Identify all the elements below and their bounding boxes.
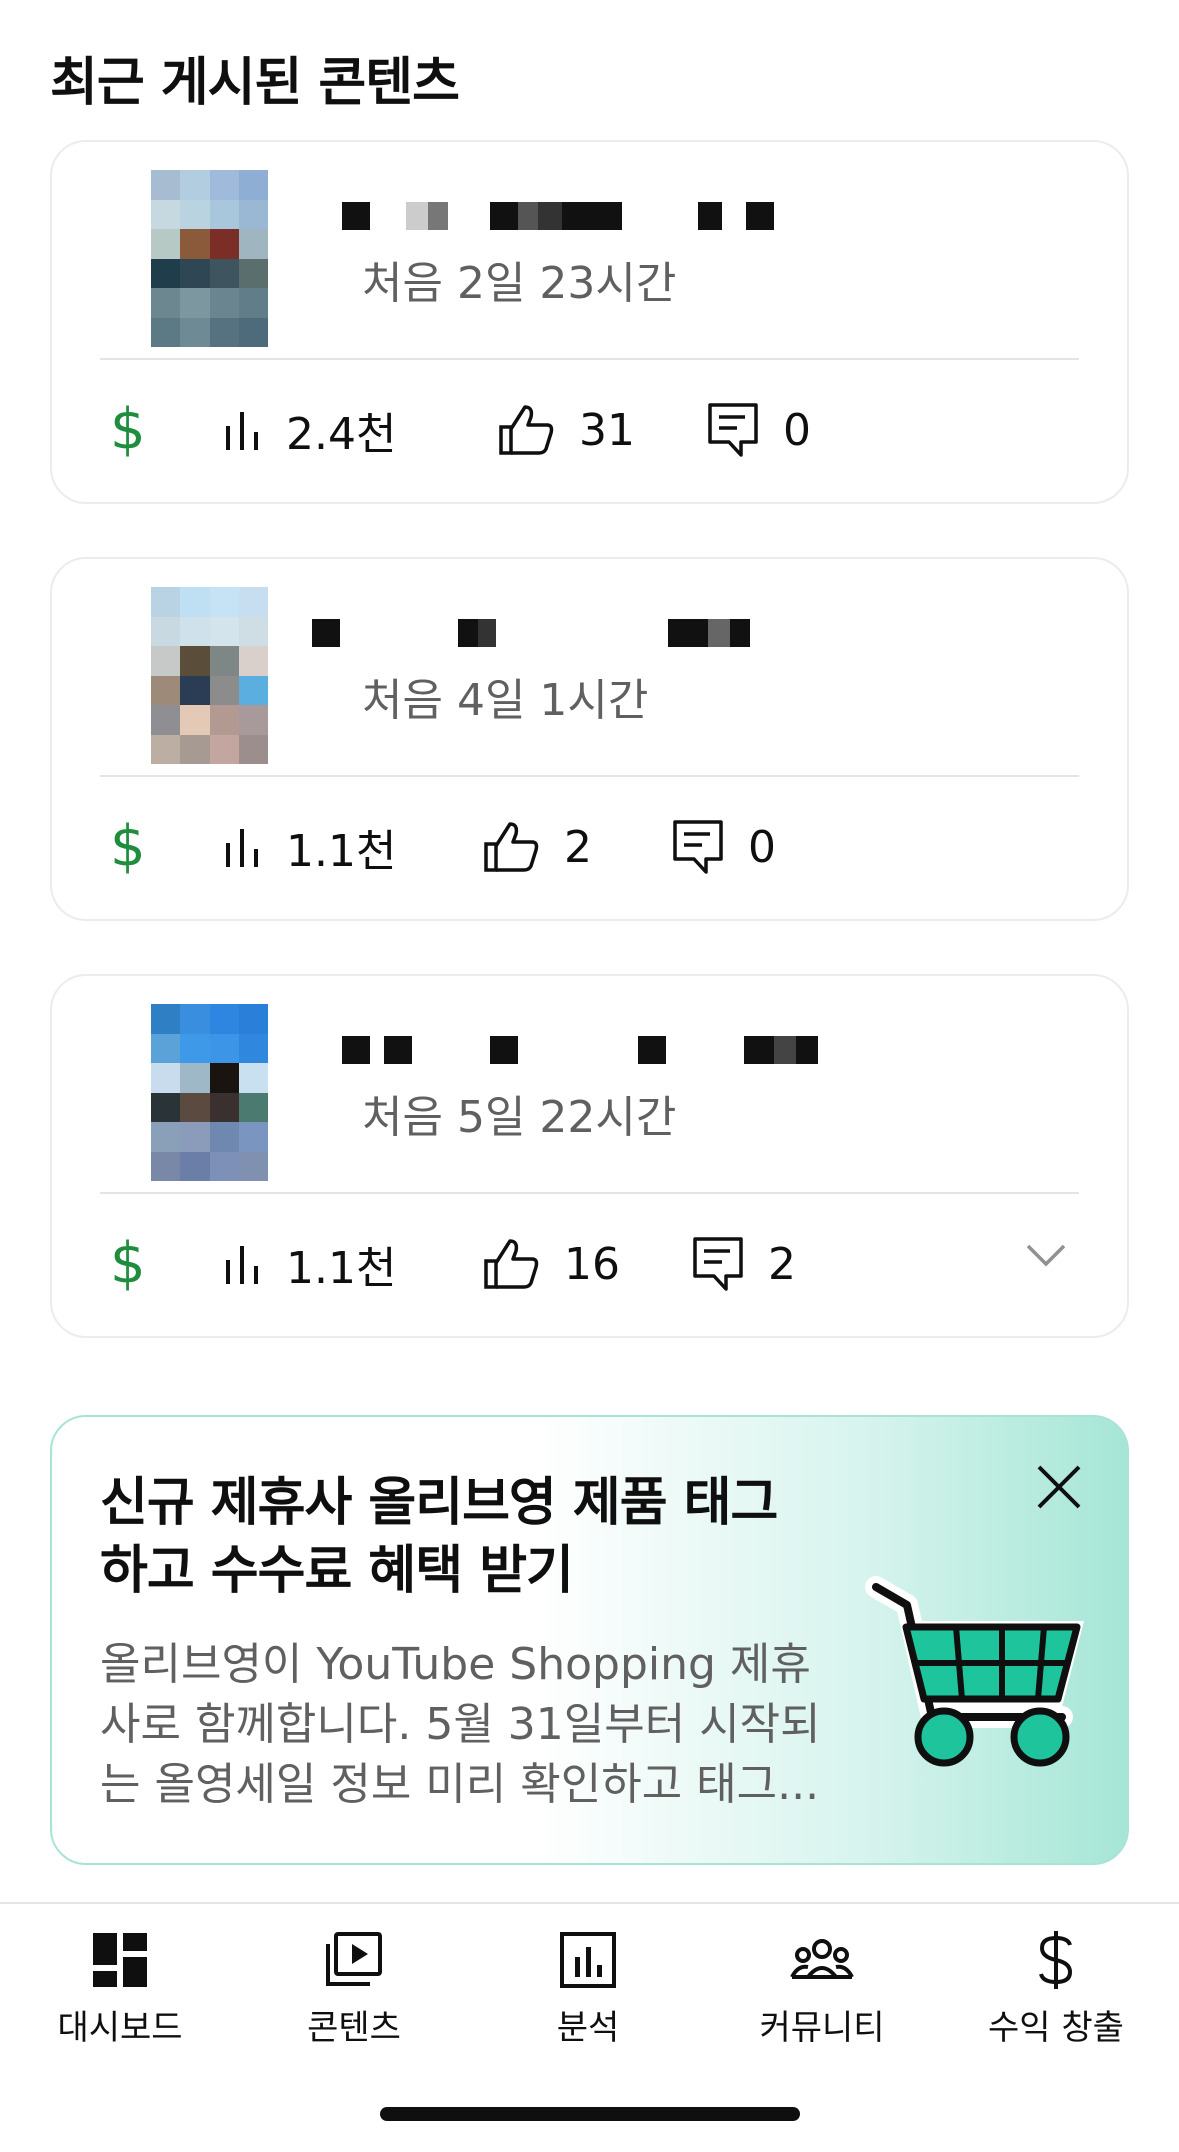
analytics-icon	[560, 1932, 616, 1988]
content-icon	[326, 1932, 382, 1986]
content-card[interactable]: 처음 4일 1시간 $1.1천 2 0	[50, 557, 1129, 921]
views-count: 2.4천	[286, 409, 397, 460]
close-icon[interactable]	[1031, 1459, 1087, 1515]
monetization-icon: $	[110, 814, 146, 879]
nav-label: 콘텐츠	[307, 2008, 401, 2048]
video-title-redacted	[342, 1036, 1062, 1066]
nav-item-analytics[interactable]: 분석	[488, 1924, 688, 2049]
likes-count: 31	[579, 404, 635, 456]
comments-count: 2	[768, 1238, 796, 1290]
promo-body: 올리브영이 YouTube Shopping 제휴사로 함께합니다. 5월 31…	[100, 1639, 821, 1810]
content-card[interactable]: 처음 2일 23시간 $2.4천 31 0	[50, 140, 1129, 504]
likes-count: 16	[564, 1238, 620, 1290]
video-title-redacted	[312, 619, 1062, 649]
monetization-icon	[1039, 1931, 1073, 1989]
thumbs-up-icon	[484, 1239, 539, 1289]
comments-stat: 0	[672, 807, 776, 887]
published-time: 처음 2일 23시간	[362, 258, 677, 309]
monetization-icon: $	[110, 1231, 146, 1296]
home-indicator	[380, 2107, 800, 2121]
comment-icon	[673, 820, 723, 874]
comments-stat: 0	[707, 390, 811, 470]
thumbs-up-icon	[499, 405, 554, 455]
nav-label: 분석	[556, 2008, 620, 2048]
content-card[interactable]: 처음 5일 22시간 $1.1천 16 2	[50, 974, 1129, 1338]
published-time: 처음 5일 22시간	[362, 1092, 677, 1143]
likes-stat: 16	[482, 1224, 620, 1304]
comments-stat: 2	[692, 1224, 796, 1304]
comment-icon	[693, 1237, 743, 1291]
monetization-icon: $	[110, 397, 146, 462]
promo-card[interactable]: 신규 제휴사 올리브영 제품 태그 하고 수수료 혜택 받기 올리브영이 You…	[50, 1415, 1129, 1865]
video-title-redacted	[342, 202, 1062, 232]
section-title: 최근 게시된 콘텐츠	[50, 53, 460, 113]
nav-item-monetization[interactable]: 수익 창출	[956, 1924, 1156, 2049]
nav-label: 대시보드	[57, 2008, 183, 2048]
views-icon	[226, 412, 258, 450]
views-stat: 1.1천	[222, 807, 396, 887]
nav-item-dashboard[interactable]: 대시보드	[20, 1924, 220, 2049]
views-stat: 1.1천	[222, 1224, 396, 1304]
divider	[100, 358, 1079, 360]
comments-count: 0	[783, 404, 811, 456]
likes-count: 2	[564, 821, 592, 873]
nav-item-content[interactable]: 콘텐츠	[254, 1924, 454, 2049]
views-count: 1.1천	[286, 826, 397, 877]
video-thumbnail[interactable]	[151, 170, 268, 347]
published-time: 처음 4일 1시간	[362, 675, 649, 726]
nav-item-community[interactable]: 커뮤니티	[722, 1924, 922, 2049]
video-thumbnail[interactable]	[151, 1004, 268, 1181]
video-thumbnail[interactable]	[151, 587, 268, 764]
dashboard-icon	[93, 1933, 147, 1987]
views-count: 1.1천	[286, 1243, 397, 1294]
shopping-cart-icon	[865, 1576, 1084, 1767]
divider	[100, 775, 1079, 777]
comments-count: 0	[748, 821, 776, 873]
likes-stat: 2	[482, 807, 592, 887]
thumbs-up-icon	[484, 822, 539, 872]
views-icon	[226, 1246, 258, 1284]
community-icon	[790, 1939, 854, 1979]
likes-stat: 31	[497, 390, 635, 470]
views-stat: 2.4천	[222, 390, 396, 470]
divider	[100, 1192, 1079, 1194]
views-icon	[226, 829, 258, 867]
nav-label: 커뮤니티	[759, 2008, 885, 2048]
nav-label: 수익 창출	[988, 2008, 1124, 2048]
promo-title: 신규 제휴사 올리브영 제품 태그 하고 수수료 혜택 받기	[100, 1473, 778, 1601]
comment-icon	[708, 403, 758, 457]
chevron-down-icon[interactable]	[1025, 1242, 1067, 1268]
